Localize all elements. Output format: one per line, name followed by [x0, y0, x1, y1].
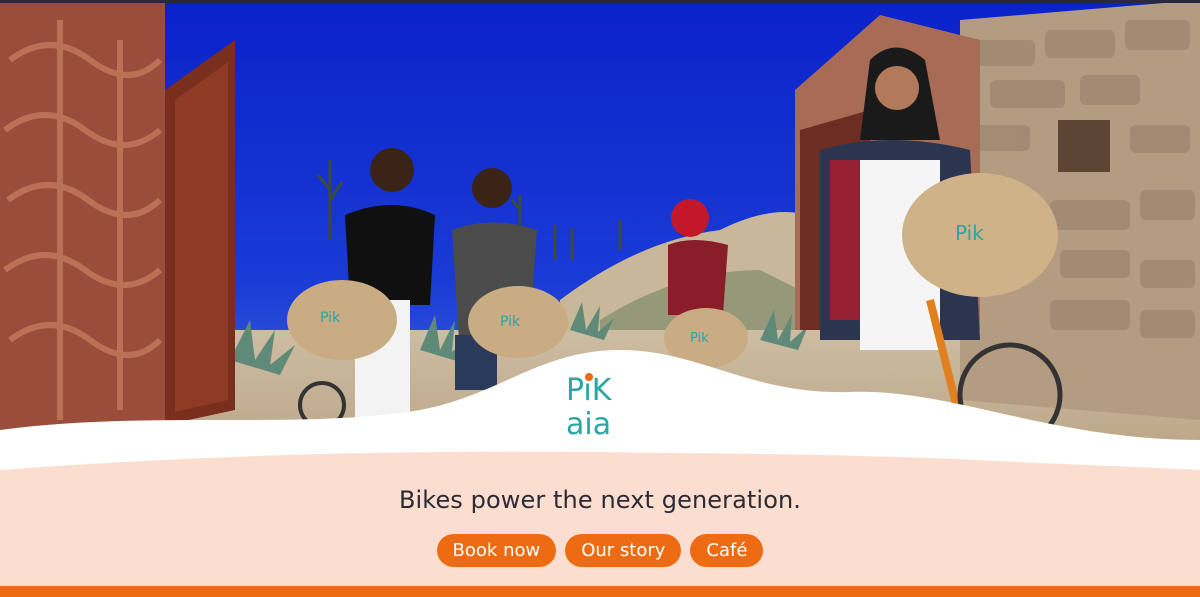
svg-text:Pik: Pik [690, 331, 709, 346]
pikala-logo-icon[interactable]: PiK aia [562, 368, 638, 442]
tagline: Bikes power the next generation. [398, 486, 802, 514]
svg-text:Pik: Pik [320, 310, 341, 326]
logo-line2: aia [566, 407, 611, 442]
cta-button-row: Book now Our story Café [0, 534, 1200, 567]
cafe-button[interactable]: Café [690, 534, 764, 567]
landing-page: Pik Pik Pik Pik PiK aia Bikes power the … [0, 0, 1200, 597]
top-strip [0, 0, 1200, 3]
our-story-button[interactable]: Our story [565, 534, 682, 567]
svg-text:Pik: Pik [955, 221, 984, 245]
svg-text:Pik: Pik [500, 314, 521, 330]
book-now-button[interactable]: Book now [436, 534, 557, 567]
footer-accent-bar [0, 586, 1200, 597]
